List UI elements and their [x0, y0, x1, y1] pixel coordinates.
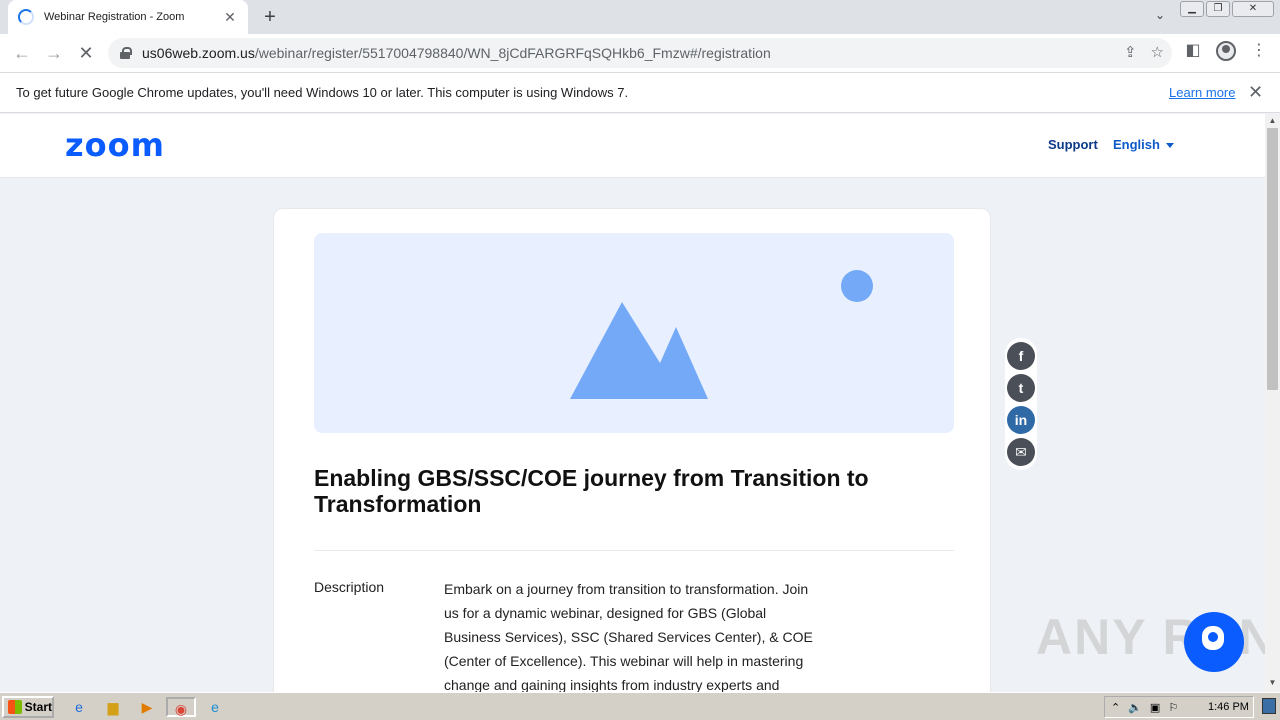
explorer-folder-icon[interactable]: ▆	[102, 697, 124, 717]
page-scrollbar[interactable]: ▲ ▼	[1265, 114, 1280, 692]
tab-close-icon[interactable]: ✕	[222, 9, 238, 26]
support-link[interactable]: Support	[1048, 137, 1098, 152]
tab-strip: Webinar Registration - Zoom ✕ + ⌄ ▁ ❐ ✕	[0, 0, 1280, 34]
image-placeholder-icon	[570, 270, 873, 399]
learn-more-link[interactable]: Learn more	[1169, 85, 1235, 100]
update-infobar: To get future Google Chrome updates, you…	[0, 72, 1280, 113]
email-icon[interactable]: ✉	[1007, 438, 1035, 466]
event-title: Enabling GBS/SSC/COE journey from Transi…	[314, 465, 869, 517]
infobar-close-icon[interactable]: ✕	[1248, 82, 1263, 103]
back-arrow-icon[interactable]: ←	[6, 37, 38, 69]
window-controls: ▁ ❐ ✕	[1180, 1, 1274, 17]
tab-search-chevron-icon[interactable]: ⌄	[1150, 8, 1170, 26]
stop-loading-icon[interactable]: ✕	[70, 37, 102, 69]
chat-support-button[interactable]	[1184, 612, 1244, 672]
description-label: Description	[314, 579, 385, 595]
scroll-thumb[interactable]	[1267, 128, 1278, 390]
share-toolbar: f t in ✉	[1005, 338, 1037, 470]
loading-spinner-icon	[18, 9, 34, 25]
windows-taskbar: Start e ▆ ▶ ◉ e ⌃ 🔈 ▣ ⚐ 1:46 PM	[0, 692, 1280, 720]
chrome-taskbar-icon[interactable]: ◉	[166, 697, 196, 717]
registration-card: Enabling GBS/SSC/COE journey from Transi…	[273, 208, 991, 692]
facebook-icon[interactable]: f	[1007, 342, 1035, 370]
language-label: English	[1113, 137, 1160, 152]
scroll-up-arrow-icon[interactable]: ▲	[1265, 116, 1280, 128]
taskbar-clock[interactable]: 1:46 PM	[1208, 701, 1249, 713]
share-page-icon[interactable]: ⇪	[1124, 43, 1137, 61]
tab-title: Webinar Registration - Zoom	[44, 11, 185, 23]
minimize-button[interactable]: ▁	[1180, 1, 1204, 17]
url-host: us06web.zoom.us	[142, 45, 255, 61]
linkedin-icon[interactable]: in	[1007, 406, 1035, 434]
lock-icon[interactable]	[120, 47, 132, 59]
network-icon[interactable]: ▣	[1150, 701, 1160, 714]
zoom-header: zoom Support English	[0, 114, 1265, 178]
scroll-down-arrow-icon[interactable]: ▼	[1265, 678, 1280, 690]
volume-icon[interactable]: 🔈	[1128, 701, 1142, 714]
show-desktop-button[interactable]	[1262, 698, 1276, 714]
start-label: Start	[24, 700, 52, 714]
profile-avatar-icon[interactable]	[1216, 41, 1236, 61]
caret-down-icon	[1165, 143, 1174, 149]
kebab-menu-icon[interactable]: ⋮	[1248, 40, 1270, 62]
event-banner-placeholder	[314, 233, 954, 433]
windows-flag-icon	[8, 700, 22, 714]
new-tab-button[interactable]: +	[258, 5, 282, 29]
forward-arrow-icon[interactable]: →	[38, 37, 70, 69]
omnibox-actions: ⇪ ☆	[1124, 43, 1164, 61]
browser-tab[interactable]: Webinar Registration - Zoom ✕	[8, 0, 248, 34]
zoom-logo[interactable]: zoom	[65, 126, 165, 164]
twitter-icon[interactable]: t	[1007, 374, 1035, 402]
restore-button[interactable]: ❐	[1206, 1, 1230, 17]
ie-icon[interactable]: e	[68, 697, 90, 717]
bookmark-star-icon[interactable]: ☆	[1151, 43, 1164, 61]
description-text: Embark on a journey from transition to t…	[444, 581, 813, 692]
window-close-button[interactable]: ✕	[1232, 1, 1274, 17]
start-button[interactable]: Start	[2, 696, 54, 718]
infobar-message: To get future Google Chrome updates, you…	[16, 85, 629, 100]
media-player-icon[interactable]: ▶	[136, 697, 158, 717]
edge-icon[interactable]: e	[204, 697, 226, 717]
toolbar-right: ◧ ⋮	[1182, 40, 1270, 62]
language-dropdown[interactable]: English	[1113, 137, 1174, 152]
page-viewport: zoom Support English Enabling GBS/SSC/CO…	[0, 114, 1280, 692]
divider	[314, 550, 954, 551]
address-bar[interactable]: us06web.zoom.us/webinar/register/5517004…	[108, 38, 1172, 68]
action-center-flag-icon[interactable]: ⚐	[1168, 701, 1178, 714]
side-panel-icon[interactable]: ◧	[1182, 40, 1204, 62]
browser-toolbar: ← → ✕ us06web.zoom.us/webinar/register/5…	[0, 34, 1280, 72]
tray-expand-icon[interactable]: ⌃	[1111, 701, 1120, 714]
url-path: /webinar/register/5517004798840/WN_8jCdF…	[254, 45, 771, 61]
